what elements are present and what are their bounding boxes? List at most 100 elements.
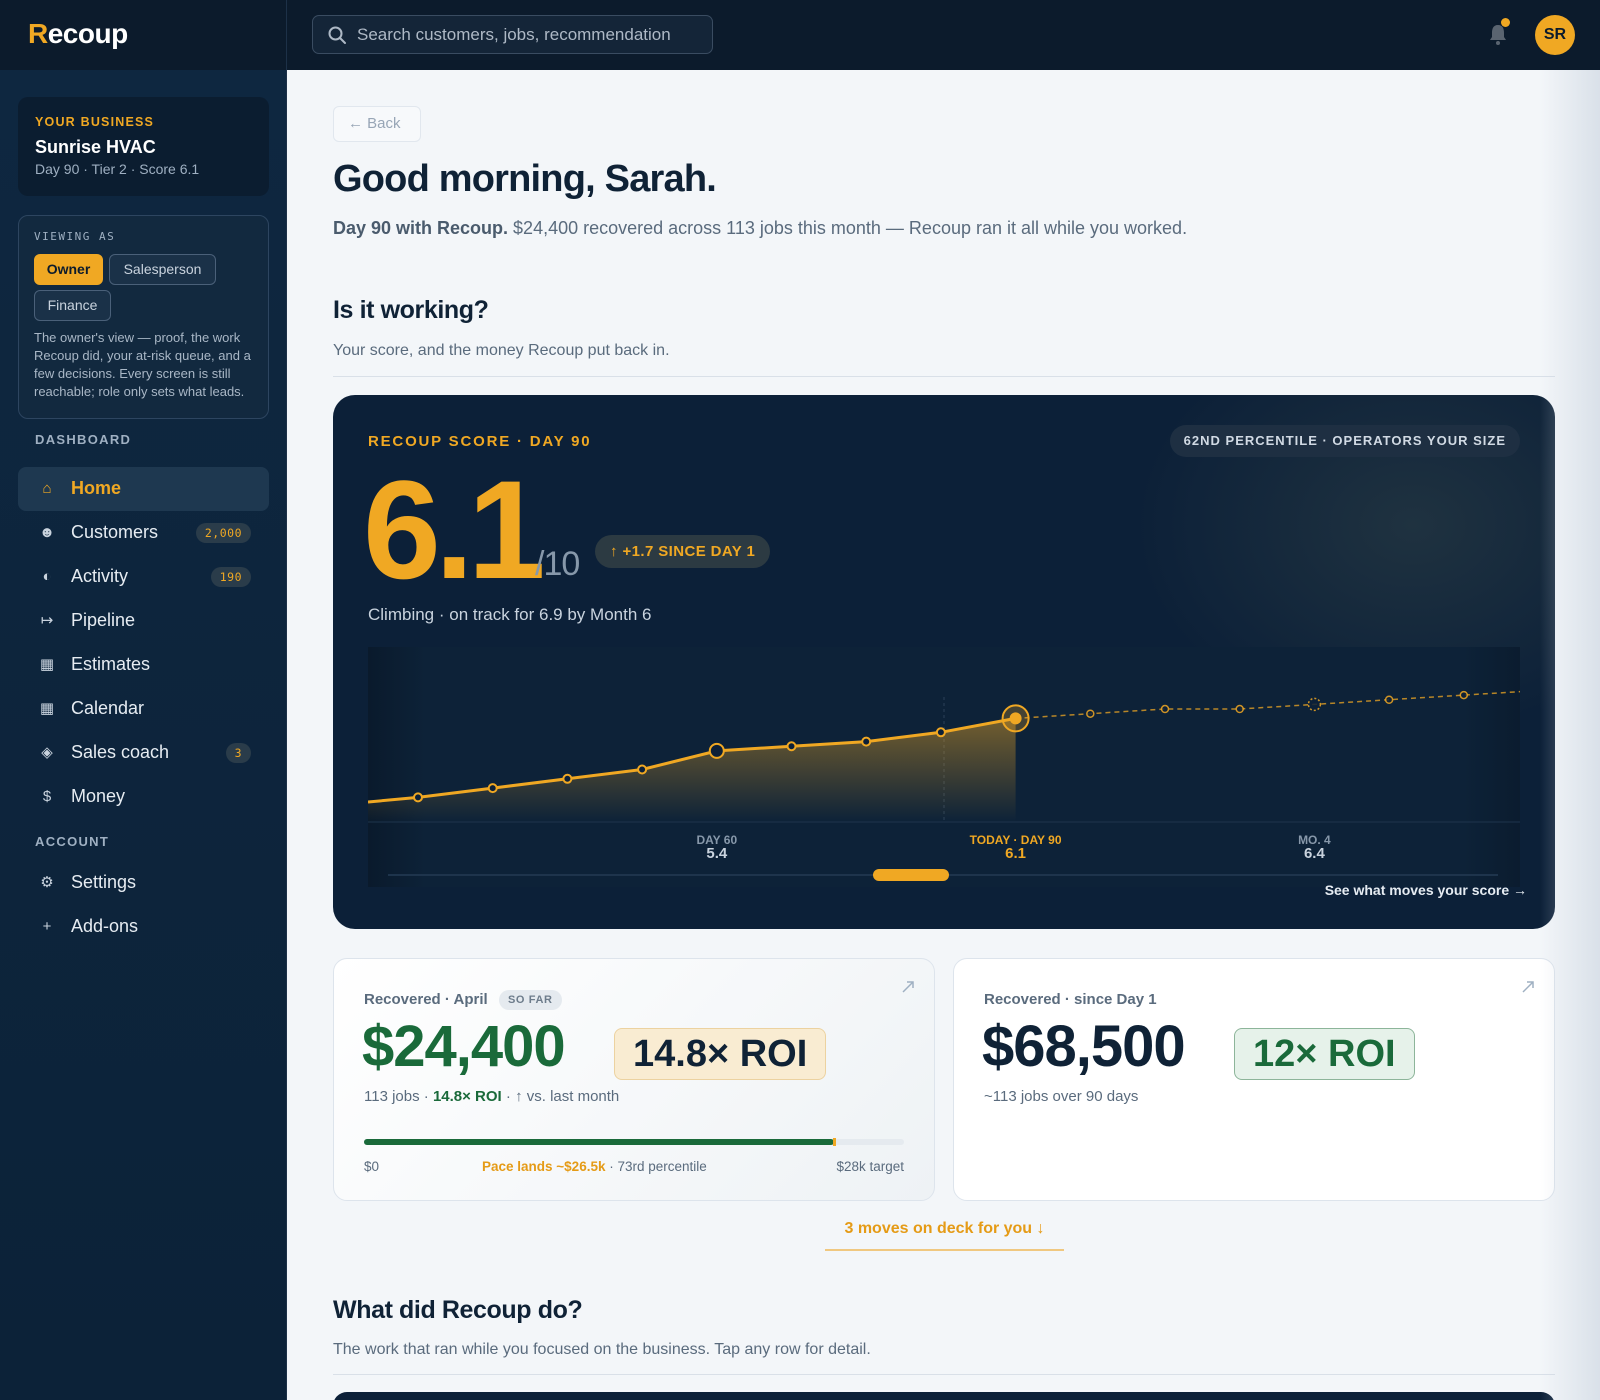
- brand: Recoup: [0, 0, 287, 70]
- stat-value: $24,400: [362, 1014, 566, 1079]
- activity-table-header: [333, 1392, 1555, 1400]
- business-card[interactable]: YOUR BUSINESS Sunrise HVAC Day 90 · Tier…: [18, 97, 269, 196]
- projection-point: [1384, 695, 1394, 704]
- nav-section-dashboard: DASHBOARD: [35, 432, 132, 447]
- coach-icon: ◈: [41, 744, 53, 761]
- roi-badge: 14.8× ROI: [614, 1028, 827, 1080]
- business-label: YOUR BUSINESS: [35, 115, 155, 129]
- sidebar: YOUR BUSINESS Sunrise HVAC Day 90 · Tier…: [0, 70, 287, 1400]
- role-owner-chip[interactable]: Owner: [34, 254, 103, 285]
- percentile-pill: 62ND PERCENTILE · OPERATORS YOUR SIZE: [1169, 425, 1520, 457]
- so-far-badge: SO FAR: [499, 990, 562, 1010]
- x-tick-value: 5.4: [706, 845, 728, 862]
- sidebar-item-label: Estimates: [71, 654, 151, 674]
- sidebar-item-label: Settings: [71, 872, 137, 892]
- top-bar: Recoup SR: [0, 0, 1600, 70]
- expand-icon[interactable]: [1520, 979, 1536, 995]
- calendar-icon: ▦: [39, 700, 55, 717]
- back-button[interactable]: ← Back: [333, 106, 421, 142]
- viewing-as-panel: VIEWING AS Owner Salesperson Finance The…: [18, 215, 269, 419]
- scrubber-handle[interactable]: [873, 869, 949, 881]
- sidebar-item-label: Money: [71, 786, 126, 806]
- data-point: [413, 792, 423, 803]
- business-meta: Day 90 · Tier 2 · Score 6.1: [35, 161, 200, 177]
- progress-bar: [364, 1138, 904, 1146]
- count-badge: 2,000: [195, 523, 251, 543]
- search-box[interactable]: [312, 15, 713, 54]
- count-badge: 190: [210, 567, 251, 587]
- gear-icon: ⚙: [40, 874, 54, 891]
- arrow-up-icon: ↑: [610, 543, 618, 560]
- score-denominator: /10: [535, 545, 580, 583]
- stat-label: Recovered · since Day 1: [984, 991, 1157, 1008]
- search-input[interactable]: [357, 16, 707, 53]
- sidebar-item-home[interactable]: ⌂ Home: [18, 467, 269, 511]
- page-subtitle: Day 90 with Recoup. $24,400 recovered ac…: [333, 218, 1188, 238]
- page-title: Good morning, Sarah.: [333, 158, 717, 200]
- score-value: 6.1: [363, 451, 546, 608]
- see-moves-link[interactable]: See what moves your score →: [1325, 882, 1527, 898]
- estimates-icon: ▦: [39, 656, 55, 673]
- users-icon: ☻: [39, 524, 55, 541]
- data-point: [786, 741, 797, 752]
- plus-icon: +: [42, 918, 52, 935]
- home-icon: ⌂: [42, 480, 52, 497]
- sidebar-item-label: Add-ons: [71, 916, 139, 936]
- data-point: [935, 727, 946, 738]
- stat-meta: 113 jobs · 14.8× ROI · ↑ vs. last month: [364, 1088, 620, 1105]
- x-tick-value: 6.4: [1304, 845, 1326, 862]
- avatar[interactable]: SR: [1535, 15, 1575, 55]
- section-subtitle-working: Your score, and the money Recoup put bac…: [333, 342, 670, 359]
- data-point: [487, 783, 498, 794]
- progress-fill: [364, 1139, 834, 1145]
- data-point: [861, 736, 872, 747]
- today-point: [1009, 712, 1022, 725]
- progress-start-label: $0: [364, 1159, 380, 1174]
- count-badge: 3: [225, 743, 251, 763]
- score-chart[interactable]: DAY 605.4TODAY · DAY 906.1MO. 46.4: [368, 647, 1520, 887]
- nav-section-account: ACCOUNT: [35, 834, 110, 849]
- pipeline-icon: ↦: [40, 612, 54, 629]
- recovered-total-card[interactable]: Recovered · since Day 1 $68,500 12× ROI …: [953, 958, 1555, 1201]
- score-delta-pill: ↑ +1.7 SINCE DAY 1: [595, 535, 771, 568]
- progress-target-label: $28k target: [836, 1159, 904, 1174]
- progress-pace-label: Pace lands ~$26.5k · 73rd percentile: [482, 1159, 707, 1174]
- sidebar-item-sales-coach[interactable]: ◈ Sales coach 3: [18, 731, 269, 775]
- sidebar-item-add-ons[interactable]: + Add-ons: [18, 905, 269, 949]
- expand-icon[interactable]: [900, 979, 916, 995]
- sidebar-item-settings[interactable]: ⚙ Settings: [18, 861, 269, 905]
- score-note: Climbing · on track for 6.9 by Month 6: [368, 605, 652, 624]
- moves-link[interactable]: 3 moves on deck for you ↓: [825, 1214, 1064, 1251]
- roi-badge: 12× ROI: [1234, 1028, 1415, 1080]
- recovered-month-card[interactable]: Recovered · April SO FAR $24,400 14.8× R…: [333, 958, 935, 1201]
- sidebar-item-estimates[interactable]: ▦ Estimates: [18, 643, 269, 687]
- score-card[interactable]: RECOUP SCORE · DAY 90 62ND PERCENTILE · …: [333, 395, 1555, 929]
- divider: [333, 376, 1555, 377]
- sidebar-item-activity[interactable]: ◐ Activity 190: [18, 555, 269, 599]
- sidebar-item-label: Calendar: [71, 698, 145, 718]
- sidebar-item-label: Pipeline: [71, 610, 136, 630]
- notification-dot: [1501, 18, 1510, 27]
- app-logo[interactable]: Recoup: [28, 18, 128, 50]
- viewing-as-description: The owner's view — proof, the work Recou…: [34, 330, 251, 399]
- stat-label: Recovered · April: [364, 991, 488, 1008]
- sidebar-item-label: Activity: [71, 566, 129, 586]
- dollar-icon: $: [42, 788, 52, 805]
- role-finance-chip[interactable]: Finance: [34, 290, 111, 321]
- sidebar-item-money[interactable]: $ Money: [18, 775, 269, 819]
- sidebar-item-customers[interactable]: ☻ Customers 2,000: [18, 511, 269, 555]
- main-content: ← Back Good morning, Sarah. Day 90 with …: [288, 70, 1600, 1400]
- projection-point: [1459, 690, 1469, 700]
- business-name: Sunrise HVAC: [35, 137, 156, 157]
- sidebar-item-calendar[interactable]: ▦ Calendar: [18, 687, 269, 731]
- role-salesperson-chip[interactable]: Salesperson: [109, 254, 216, 285]
- data-point: [562, 773, 573, 784]
- x-tick-value: 6.1: [1005, 845, 1026, 862]
- divider: [333, 1374, 1555, 1375]
- section-subtitle-did: The work that ran while you focused on t…: [333, 1341, 871, 1358]
- sidebar-item-label: Sales coach: [71, 742, 170, 762]
- stat-value: $68,500: [982, 1014, 1186, 1079]
- projection-point: [1160, 704, 1170, 714]
- section-title-working: Is it working?: [333, 296, 489, 324]
- sidebar-item-pipeline[interactable]: ↦ Pipeline: [18, 599, 269, 643]
